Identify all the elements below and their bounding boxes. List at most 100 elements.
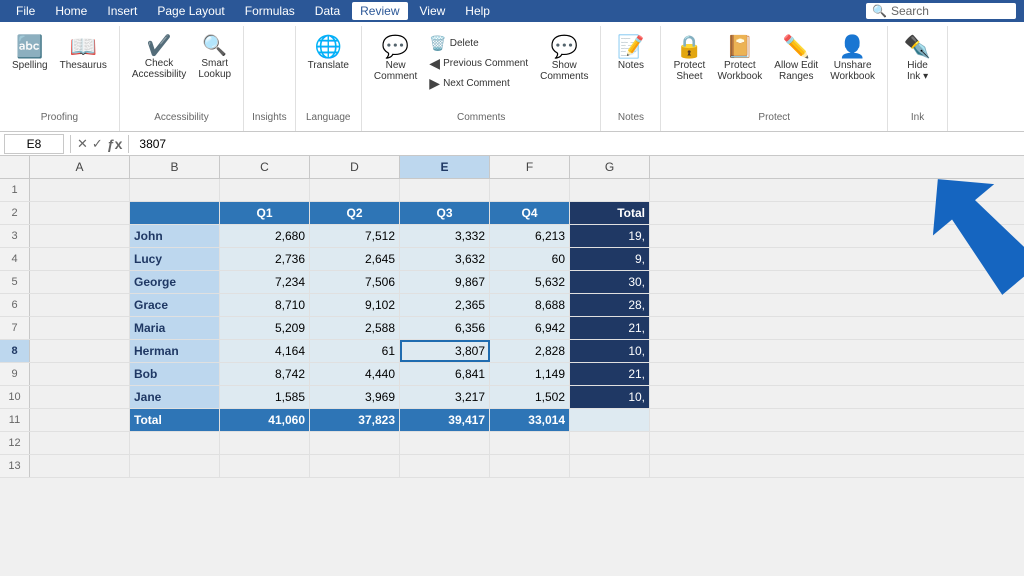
hide-ink-button[interactable]: ✒️ HideInk ▾ [898, 34, 938, 84]
cell-b13[interactable] [130, 455, 220, 477]
cell-a12[interactable] [30, 432, 130, 454]
cell-f4[interactable]: 60 [490, 248, 570, 270]
cell-a1[interactable] [30, 179, 130, 201]
cell-c3[interactable]: 2,680 [220, 225, 310, 247]
show-comments-button[interactable]: 💬 ShowComments [536, 34, 592, 84]
menu-review[interactable]: Review [352, 2, 407, 20]
cell-d2[interactable]: Q2 [310, 202, 400, 224]
next-comment-button[interactable]: ▶ Next Comment [425, 74, 532, 93]
cell-d12[interactable] [310, 432, 400, 454]
cell-b1[interactable] [130, 179, 220, 201]
cell-b4[interactable]: Lucy [130, 248, 220, 270]
cell-f1[interactable] [490, 179, 570, 201]
cell-f3[interactable]: 6,213 [490, 225, 570, 247]
cell-a9[interactable] [30, 363, 130, 385]
cell-e8[interactable]: 3,807 [400, 340, 490, 362]
cell-a2[interactable] [30, 202, 130, 224]
cell-c12[interactable] [220, 432, 310, 454]
cell-b9[interactable]: Bob [130, 363, 220, 385]
formula-input[interactable]: 3807 [135, 135, 1020, 153]
cell-e6[interactable]: 2,365 [400, 294, 490, 316]
cell-g12[interactable] [570, 432, 650, 454]
cell-a8[interactable] [30, 340, 130, 362]
cell-a4[interactable] [30, 248, 130, 270]
cell-f13[interactable] [490, 455, 570, 477]
cell-b6[interactable]: Grace [130, 294, 220, 316]
cell-f6[interactable]: 8,688 [490, 294, 570, 316]
cell-d10[interactable]: 3,969 [310, 386, 400, 408]
col-header-a[interactable]: A [30, 156, 130, 178]
cell-b7[interactable]: Maria [130, 317, 220, 339]
cell-b11[interactable]: Total [130, 409, 220, 431]
cell-d9[interactable]: 4,440 [310, 363, 400, 385]
cell-e9[interactable]: 6,841 [400, 363, 490, 385]
delete-button[interactable]: 🗑️ Delete [425, 34, 532, 53]
menu-help[interactable]: Help [457, 2, 498, 20]
cell-c5[interactable]: 7,234 [220, 271, 310, 293]
cell-a5[interactable] [30, 271, 130, 293]
col-header-g[interactable]: G [570, 156, 650, 178]
menu-data[interactable]: Data [307, 2, 348, 20]
cell-b5[interactable]: George [130, 271, 220, 293]
cell-d6[interactable]: 9,102 [310, 294, 400, 316]
cell-d8[interactable]: 61 [310, 340, 400, 362]
col-header-b[interactable]: B [130, 156, 220, 178]
unshare-button[interactable]: 👤 UnshareWorkbook [826, 34, 879, 84]
cell-e10[interactable]: 3,217 [400, 386, 490, 408]
cell-g4[interactable]: 9, [570, 248, 650, 270]
cell-c4[interactable]: 2,736 [220, 248, 310, 270]
allow-edit-button[interactable]: ✏️ Allow EditRanges [770, 34, 822, 84]
cell-c11[interactable]: 41,060 [220, 409, 310, 431]
cell-g8[interactable]: 10, [570, 340, 650, 362]
cell-b8[interactable]: Herman [130, 340, 220, 362]
cell-d7[interactable]: 2,588 [310, 317, 400, 339]
cell-e11[interactable]: 39,417 [400, 409, 490, 431]
cell-g2[interactable]: Total [570, 202, 650, 224]
check-accessibility-button[interactable]: ✔️ CheckAccessibility [128, 34, 190, 82]
cell-d13[interactable] [310, 455, 400, 477]
cell-e2[interactable]: Q3 [400, 202, 490, 224]
smart-lookup-button[interactable]: 🔍 SmartLookup [194, 34, 235, 82]
cell-f9[interactable]: 1,149 [490, 363, 570, 385]
cell-a7[interactable] [30, 317, 130, 339]
col-header-e[interactable]: E [400, 156, 490, 178]
cell-c13[interactable] [220, 455, 310, 477]
cell-g10[interactable]: 10, [570, 386, 650, 408]
cell-g3[interactable]: 19, [570, 225, 650, 247]
spelling-button[interactable]: 🔤 Spelling [8, 34, 52, 73]
cell-c8[interactable]: 4,164 [220, 340, 310, 362]
menu-page-layout[interactable]: Page Layout [149, 2, 232, 20]
cell-f11[interactable]: 33,014 [490, 409, 570, 431]
cell-d4[interactable]: 2,645 [310, 248, 400, 270]
cell-a6[interactable] [30, 294, 130, 316]
col-header-f[interactable]: F [490, 156, 570, 178]
cell-c6[interactable]: 8,710 [220, 294, 310, 316]
cell-g1[interactable] [570, 179, 650, 201]
menu-view[interactable]: View [412, 2, 454, 20]
cell-reference[interactable]: E8 [4, 134, 64, 154]
cell-f12[interactable] [490, 432, 570, 454]
cell-c7[interactable]: 5,209 [220, 317, 310, 339]
new-comment-button[interactable]: 💬 NewComment [370, 34, 421, 84]
translate-button[interactable]: 🌐 Translate [304, 34, 353, 73]
cell-b12[interactable] [130, 432, 220, 454]
menu-file[interactable]: File [8, 2, 43, 20]
cell-f2[interactable]: Q4 [490, 202, 570, 224]
cell-c1[interactable] [220, 179, 310, 201]
cell-e7[interactable]: 6,356 [400, 317, 490, 339]
col-header-c[interactable]: C [220, 156, 310, 178]
col-header-d[interactable]: D [310, 156, 400, 178]
cell-a11[interactable] [30, 409, 130, 431]
cell-d1[interactable] [310, 179, 400, 201]
cell-b2[interactable] [130, 202, 220, 224]
cell-c2[interactable]: Q1 [220, 202, 310, 224]
cell-g13[interactable] [570, 455, 650, 477]
thesaurus-button[interactable]: 📖 Thesaurus [56, 34, 111, 73]
cell-g11[interactable] [570, 409, 650, 431]
cancel-formula-icon[interactable]: ✕ [77, 136, 88, 152]
cell-e12[interactable] [400, 432, 490, 454]
menu-home[interactable]: Home [47, 2, 95, 20]
cell-c9[interactable]: 8,742 [220, 363, 310, 385]
insert-function-icon[interactable]: ƒx [107, 136, 123, 152]
cell-g7[interactable]: 21, [570, 317, 650, 339]
